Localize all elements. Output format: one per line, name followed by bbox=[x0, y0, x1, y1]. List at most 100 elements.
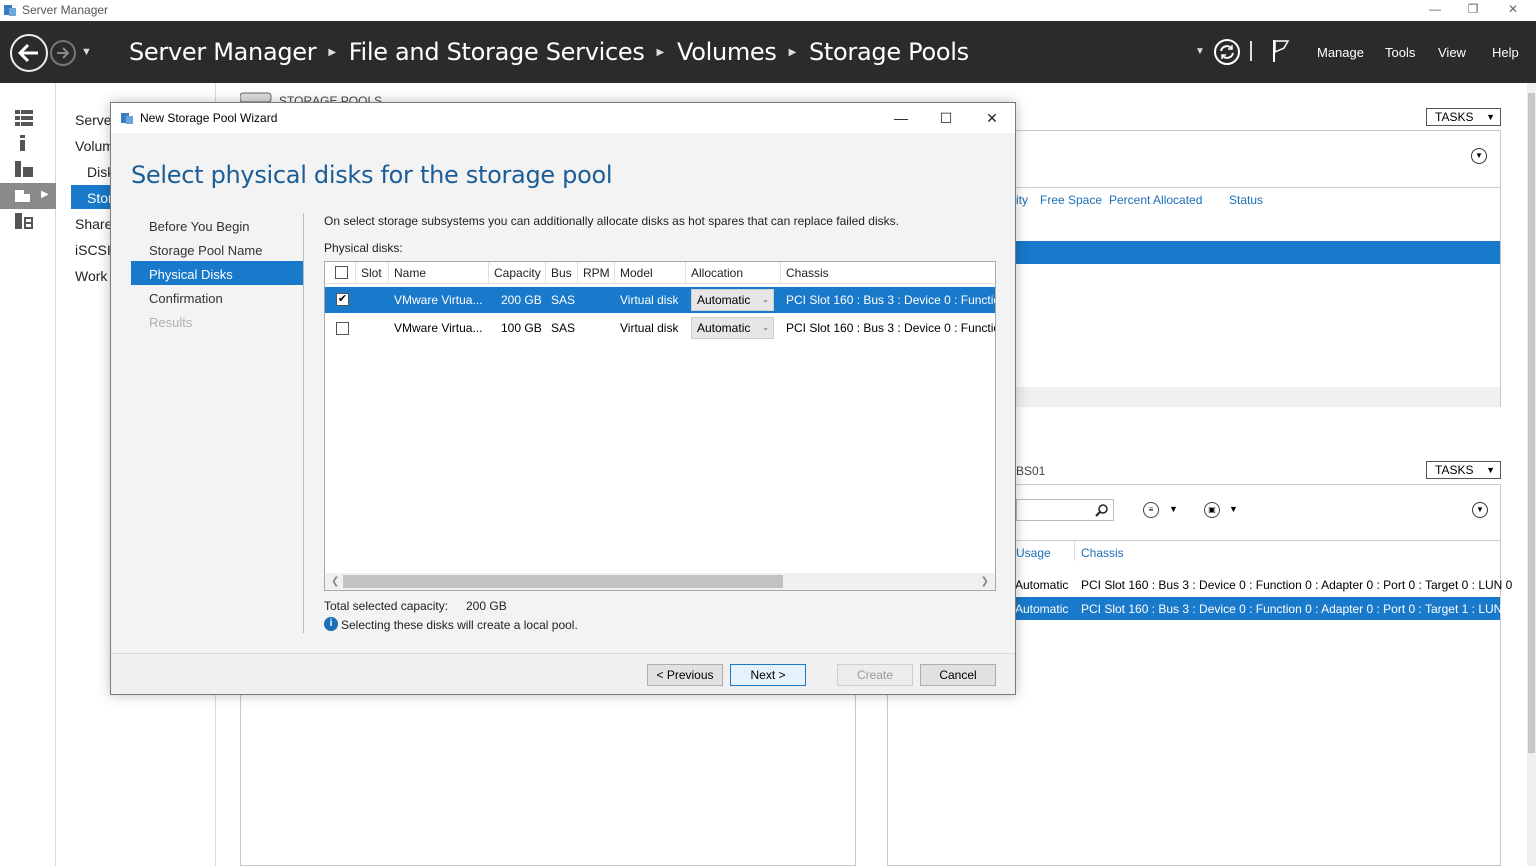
file-storage-icon[interactable] bbox=[15, 188, 33, 204]
disk-usage: Automatic bbox=[1015, 578, 1069, 592]
chevron-down-icon: ⌄ bbox=[762, 295, 769, 304]
forward-button[interactable] bbox=[50, 40, 76, 66]
menu-tools[interactable]: Tools bbox=[1385, 45, 1415, 60]
breadcrumb-volumes[interactable]: Volumes bbox=[677, 38, 777, 66]
save-query-icon[interactable]: ▣ bbox=[1204, 502, 1220, 518]
breadcrumb-file-storage[interactable]: File and Storage Services bbox=[349, 38, 645, 66]
breadcrumb-separator-icon: ▶ bbox=[328, 46, 336, 58]
local-pool-info: Selecting these disks will create a loca… bbox=[341, 618, 578, 632]
col-percent-allocated[interactable]: Percent Allocated bbox=[1109, 193, 1202, 207]
description-text: On select storage subsystems you can add… bbox=[324, 214, 899, 228]
expand-arrow-icon[interactable]: ▶ bbox=[41, 189, 49, 200]
col-chassis[interactable]: Chassis bbox=[1081, 546, 1124, 560]
steps-divider bbox=[303, 213, 304, 633]
wizard-minimize-button[interactable]: — bbox=[891, 108, 911, 128]
next-button[interactable]: Next > bbox=[730, 664, 806, 686]
pool-row-selected[interactable] bbox=[1016, 241, 1500, 264]
grid-horizontal-scrollbar[interactable]: ❮ ❯ bbox=[325, 573, 995, 590]
breadcrumb-storage-pools: Storage Pools bbox=[809, 38, 969, 66]
scrollbar-thumb[interactable] bbox=[343, 575, 783, 588]
col-capacity[interactable]: Capacity bbox=[489, 262, 546, 284]
step-before-you-begin[interactable]: Before You Begin bbox=[149, 219, 249, 234]
pools-scrollbar[interactable] bbox=[1016, 387, 1500, 407]
app-header: ▼ Server Manager ▶ File and Storage Serv… bbox=[0, 21, 1536, 83]
scroll-left-icon[interactable]: ❮ bbox=[331, 573, 339, 590]
menu-view[interactable]: View bbox=[1438, 45, 1466, 60]
col-free-space[interactable]: Free Space bbox=[1040, 193, 1102, 207]
back-button[interactable] bbox=[10, 34, 48, 72]
chevron-down-icon[interactable]: ▼ bbox=[1229, 504, 1238, 514]
step-confirmation[interactable]: Confirmation bbox=[149, 291, 223, 306]
row-checkbox-checked[interactable]: ✔ bbox=[336, 293, 349, 306]
step-storage-pool-name[interactable]: Storage Pool Name bbox=[149, 243, 262, 258]
scrollbar-thumb[interactable] bbox=[1528, 93, 1535, 753]
breadcrumb-server-manager[interactable]: Server Manager bbox=[129, 38, 317, 66]
pools-header-divider bbox=[1016, 187, 1500, 188]
virtual-disks-panel bbox=[240, 690, 856, 866]
col-model[interactable]: Model bbox=[615, 262, 686, 284]
col-slot[interactable]: Slot bbox=[356, 262, 389, 284]
breadcrumb: Server Manager ▶ File and Storage Servic… bbox=[129, 38, 969, 66]
chevron-down-icon: ▼ bbox=[1486, 465, 1495, 475]
subnav-item-disks[interactable]: Disks bbox=[87, 164, 111, 180]
previous-button[interactable]: < Previous bbox=[647, 664, 723, 686]
allocation-dropdown[interactable]: Automatic ⌄ bbox=[691, 289, 774, 311]
col-select-all[interactable] bbox=[325, 262, 356, 284]
dashboard-icon[interactable] bbox=[15, 110, 33, 126]
subnav-item-volumes[interactable]: Volumes bbox=[75, 138, 113, 154]
create-button: Create bbox=[837, 664, 913, 686]
step-physical-disks[interactable]: Physical Disks bbox=[149, 267, 233, 282]
col-allocation[interactable]: Allocation bbox=[686, 262, 781, 284]
collapse-chevron-icon[interactable]: ▼ bbox=[1472, 502, 1488, 518]
storage-pools-title: STORAGE POOLS bbox=[279, 94, 383, 102]
wizard-heading: Select physical disks for the storage po… bbox=[131, 161, 613, 189]
page-scrollbar[interactable] bbox=[1527, 83, 1536, 866]
subnav-item-shares[interactable]: Shares bbox=[75, 216, 111, 232]
row-checkbox[interactable] bbox=[336, 322, 349, 335]
close-window-button[interactable]: ✕ bbox=[1490, 0, 1536, 21]
wizard-maximize-button[interactable]: ☐ bbox=[936, 108, 956, 128]
disk-name: VMware Virtua... bbox=[394, 321, 483, 335]
scroll-right-icon[interactable]: ❯ bbox=[981, 573, 989, 590]
subnav-item-iscsi[interactable]: iSCSI bbox=[75, 242, 111, 258]
menu-help[interactable]: Help bbox=[1492, 45, 1519, 60]
subnav-item-storage-pools[interactable]: Storage Pools bbox=[87, 190, 111, 206]
allocation-dropdown[interactable]: Automatic ⌄ bbox=[691, 317, 774, 339]
col-status[interactable]: Status bbox=[1229, 193, 1263, 207]
select-all-checkbox[interactable] bbox=[335, 266, 348, 279]
col-capacity[interactable]: Capacity bbox=[1014, 193, 1028, 207]
tasks-label: TASKS bbox=[1435, 110, 1474, 124]
collapse-chevron-icon[interactable]: ▼ bbox=[1471, 148, 1487, 164]
menu-manage[interactable]: Manage bbox=[1317, 45, 1364, 60]
flag-icon[interactable] bbox=[1271, 38, 1291, 64]
col-divider bbox=[1074, 541, 1075, 561]
header-dropdown-icon[interactable]: ▼ bbox=[1195, 46, 1205, 57]
col-usage[interactable]: Usage bbox=[1016, 546, 1051, 560]
chevron-down-icon[interactable]: ▼ bbox=[1169, 504, 1178, 514]
ad-ds-icon[interactable] bbox=[15, 213, 33, 229]
local-server-icon[interactable] bbox=[15, 135, 33, 151]
disks-tasks-button[interactable]: TASKS ▼ bbox=[1426, 461, 1501, 479]
wizard-close-button[interactable]: ✕ bbox=[982, 108, 1002, 128]
wizard-app-icon bbox=[121, 113, 133, 124]
storage-pool-icon bbox=[240, 92, 272, 102]
refresh-icon[interactable] bbox=[1213, 38, 1241, 66]
pools-panel: ▼ Capacity Free Space Percent Allocated … bbox=[1014, 130, 1501, 407]
disk-row[interactable]: VMware Virtua... 100 GB SAS Virtual disk… bbox=[325, 315, 995, 341]
pools-tasks-button[interactable]: TASKS ▼ bbox=[1426, 108, 1501, 126]
all-servers-icon[interactable] bbox=[15, 161, 33, 177]
list-options-icon[interactable]: ≡ bbox=[1143, 502, 1159, 518]
disks-filter-input[interactable] bbox=[1016, 499, 1114, 521]
col-name[interactable]: Name bbox=[389, 262, 489, 284]
history-dropdown-icon[interactable]: ▼ bbox=[81, 46, 92, 58]
col-rpm[interactable]: RPM bbox=[578, 262, 615, 284]
subnav-item-servers[interactable]: Servers bbox=[75, 112, 113, 128]
col-bus[interactable]: Bus bbox=[546, 262, 578, 284]
total-capacity-value: 200 GB bbox=[466, 599, 507, 613]
cancel-button[interactable]: Cancel bbox=[920, 664, 996, 686]
disk-capacity: 200 GB bbox=[501, 293, 542, 307]
subnav-item-work-folders[interactable]: Work Folders bbox=[75, 268, 111, 284]
disk-row-selected[interactable]: ✔ VMware Virtua... 200 GB SAS Virtual di… bbox=[325, 287, 995, 313]
grid-header: Slot Name Capacity Bus RPM Model Allocat… bbox=[325, 262, 995, 284]
col-chassis[interactable]: Chassis bbox=[781, 262, 995, 284]
